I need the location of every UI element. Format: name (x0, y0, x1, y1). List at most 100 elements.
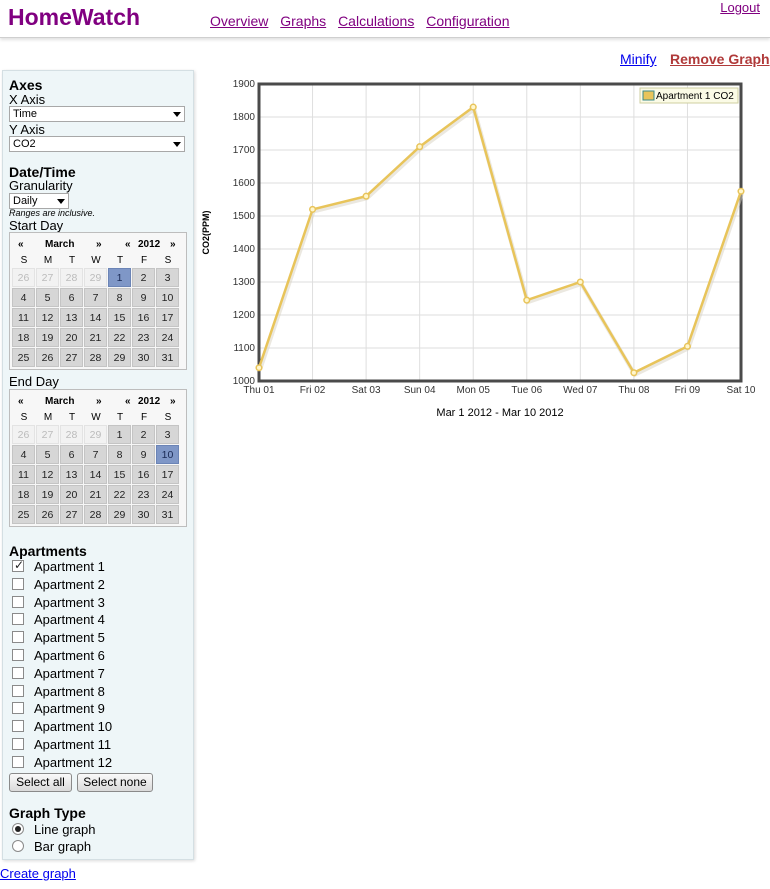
apartment-checkbox[interactable] (12, 738, 24, 750)
calendar-day[interactable]: 17 (156, 465, 179, 484)
nav-calculations[interactable]: Calculations (338, 13, 414, 29)
nav-graphs[interactable]: Graphs (280, 13, 326, 29)
calendar-day[interactable]: 2 (132, 268, 155, 287)
calendar-day[interactable]: 29 (84, 425, 107, 444)
nav-overview[interactable]: Overview (210, 13, 268, 29)
calendar-day[interactable]: 13 (60, 465, 83, 484)
apartment-checkbox[interactable] (12, 631, 24, 644)
next-month-button[interactable]: » (96, 396, 102, 407)
calendar-day[interactable]: 10 (156, 445, 179, 464)
calendar-day[interactable]: 27 (36, 268, 59, 287)
data-point[interactable] (523, 296, 531, 304)
data-point[interactable] (683, 342, 691, 350)
apartment-checkbox[interactable] (12, 720, 24, 733)
apartment-checkbox[interactable] (12, 702, 24, 715)
calendar-day[interactable]: 4 (12, 445, 35, 464)
calendar-day[interactable]: 8 (108, 288, 131, 307)
data-point[interactable] (416, 143, 424, 151)
calendar-day[interactable]: 5 (36, 288, 59, 307)
calendar-day[interactable]: 11 (12, 308, 35, 327)
calendar-day[interactable]: 25 (12, 505, 35, 524)
apartment-checkbox[interactable] (12, 613, 24, 626)
calendar-day[interactable]: 24 (156, 485, 179, 504)
calendar-day[interactable]: 25 (12, 348, 35, 367)
next-year-button[interactable]: » (170, 396, 176, 407)
y-axis-select[interactable]: CO2 (9, 136, 185, 152)
calendar-day[interactable]: 22 (108, 485, 131, 504)
calendar-day[interactable]: 12 (36, 308, 59, 327)
calendar-day[interactable]: 24 (156, 328, 179, 347)
calendar-day[interactable]: 6 (60, 445, 83, 464)
calendar-day[interactable]: 29 (108, 348, 131, 367)
minify-link[interactable]: Minify (620, 51, 657, 67)
calendar-day[interactable]: 18 (12, 328, 35, 347)
prev-month-button[interactable]: « (18, 396, 24, 407)
calendar-day[interactable]: 28 (60, 425, 83, 444)
calendar-day[interactable]: 9 (132, 288, 155, 307)
graph-type-radio[interactable] (12, 840, 24, 852)
calendar-day[interactable]: 8 (108, 445, 131, 464)
calendar-day[interactable]: 7 (84, 288, 107, 307)
graph-type-radio[interactable] (12, 823, 24, 835)
calendar-day[interactable]: 11 (12, 465, 35, 484)
calendar-day[interactable]: 19 (36, 328, 59, 347)
calendar-day[interactable]: 18 (12, 485, 35, 504)
data-point[interactable] (469, 103, 477, 111)
calendar-day[interactable]: 15 (108, 465, 131, 484)
calendar-day[interactable]: 3 (156, 425, 179, 444)
apartment-checkbox[interactable] (12, 666, 24, 679)
calendar-day[interactable]: 10 (156, 288, 179, 307)
calendar-day[interactable]: 1 (108, 425, 131, 444)
calendar-day[interactable]: 2 (132, 425, 155, 444)
calendar-day[interactable]: 27 (36, 425, 59, 444)
calendar-day[interactable]: 6 (60, 288, 83, 307)
next-year-button[interactable]: » (170, 239, 176, 250)
create-graph-link[interactable]: Create graph (0, 866, 76, 881)
calendar-day[interactable]: 21 (84, 328, 107, 347)
apartment-checkbox[interactable] (12, 649, 24, 661)
x-axis-select[interactable]: Time (9, 106, 185, 122)
data-point[interactable] (309, 205, 317, 213)
data-point[interactable] (630, 369, 638, 377)
calendar-day[interactable]: 4 (12, 288, 35, 307)
prev-year-button[interactable]: « (125, 396, 131, 407)
calendar-day[interactable]: 28 (60, 268, 83, 287)
logout-link[interactable]: Logout (720, 0, 760, 15)
calendar-day[interactable]: 9 (132, 445, 155, 464)
calendar-day[interactable]: 16 (132, 465, 155, 484)
next-month-button[interactable]: » (96, 239, 102, 250)
data-point[interactable] (362, 192, 370, 200)
calendar-day[interactable]: 21 (84, 485, 107, 504)
calendar-day[interactable]: 26 (12, 268, 35, 287)
prev-year-button[interactable]: « (125, 239, 131, 250)
calendar-day[interactable]: 31 (156, 505, 179, 524)
apartment-checkbox[interactable] (12, 755, 24, 768)
calendar-day[interactable]: 5 (36, 445, 59, 464)
apartment-checkbox[interactable] (12, 595, 24, 608)
calendar-day[interactable]: 3 (156, 268, 179, 287)
calendar-day[interactable]: 19 (36, 485, 59, 504)
nav-configuration[interactable]: Configuration (426, 13, 509, 29)
calendar-day[interactable]: 26 (36, 348, 59, 367)
calendar-day[interactable]: 31 (156, 348, 179, 367)
apartment-checkbox[interactable] (12, 684, 24, 697)
calendar-day[interactable]: 12 (36, 465, 59, 484)
select-none-button[interactable]: Select none (77, 773, 153, 792)
calendar-day[interactable]: 22 (108, 328, 131, 347)
data-point[interactable] (737, 187, 745, 195)
calendar-day[interactable]: 27 (60, 505, 83, 524)
calendar-day[interactable]: 28 (84, 505, 107, 524)
calendar-day[interactable]: 17 (156, 308, 179, 327)
calendar-day[interactable]: 26 (12, 425, 35, 444)
calendar-day[interactable]: 16 (132, 308, 155, 327)
calendar-day[interactable]: 20 (60, 328, 83, 347)
calendar-day[interactable]: 7 (84, 445, 107, 464)
calendar-day[interactable]: 29 (108, 505, 131, 524)
apartment-checkbox[interactable] (12, 558, 24, 572)
calendar-day[interactable]: 23 (132, 328, 155, 347)
calendar-day[interactable]: 29 (84, 268, 107, 287)
calendar-day[interactable]: 28 (84, 348, 107, 367)
calendar-day[interactable]: 30 (132, 505, 155, 524)
calendar-day[interactable]: 14 (84, 308, 107, 327)
calendar-day[interactable]: 26 (36, 505, 59, 524)
